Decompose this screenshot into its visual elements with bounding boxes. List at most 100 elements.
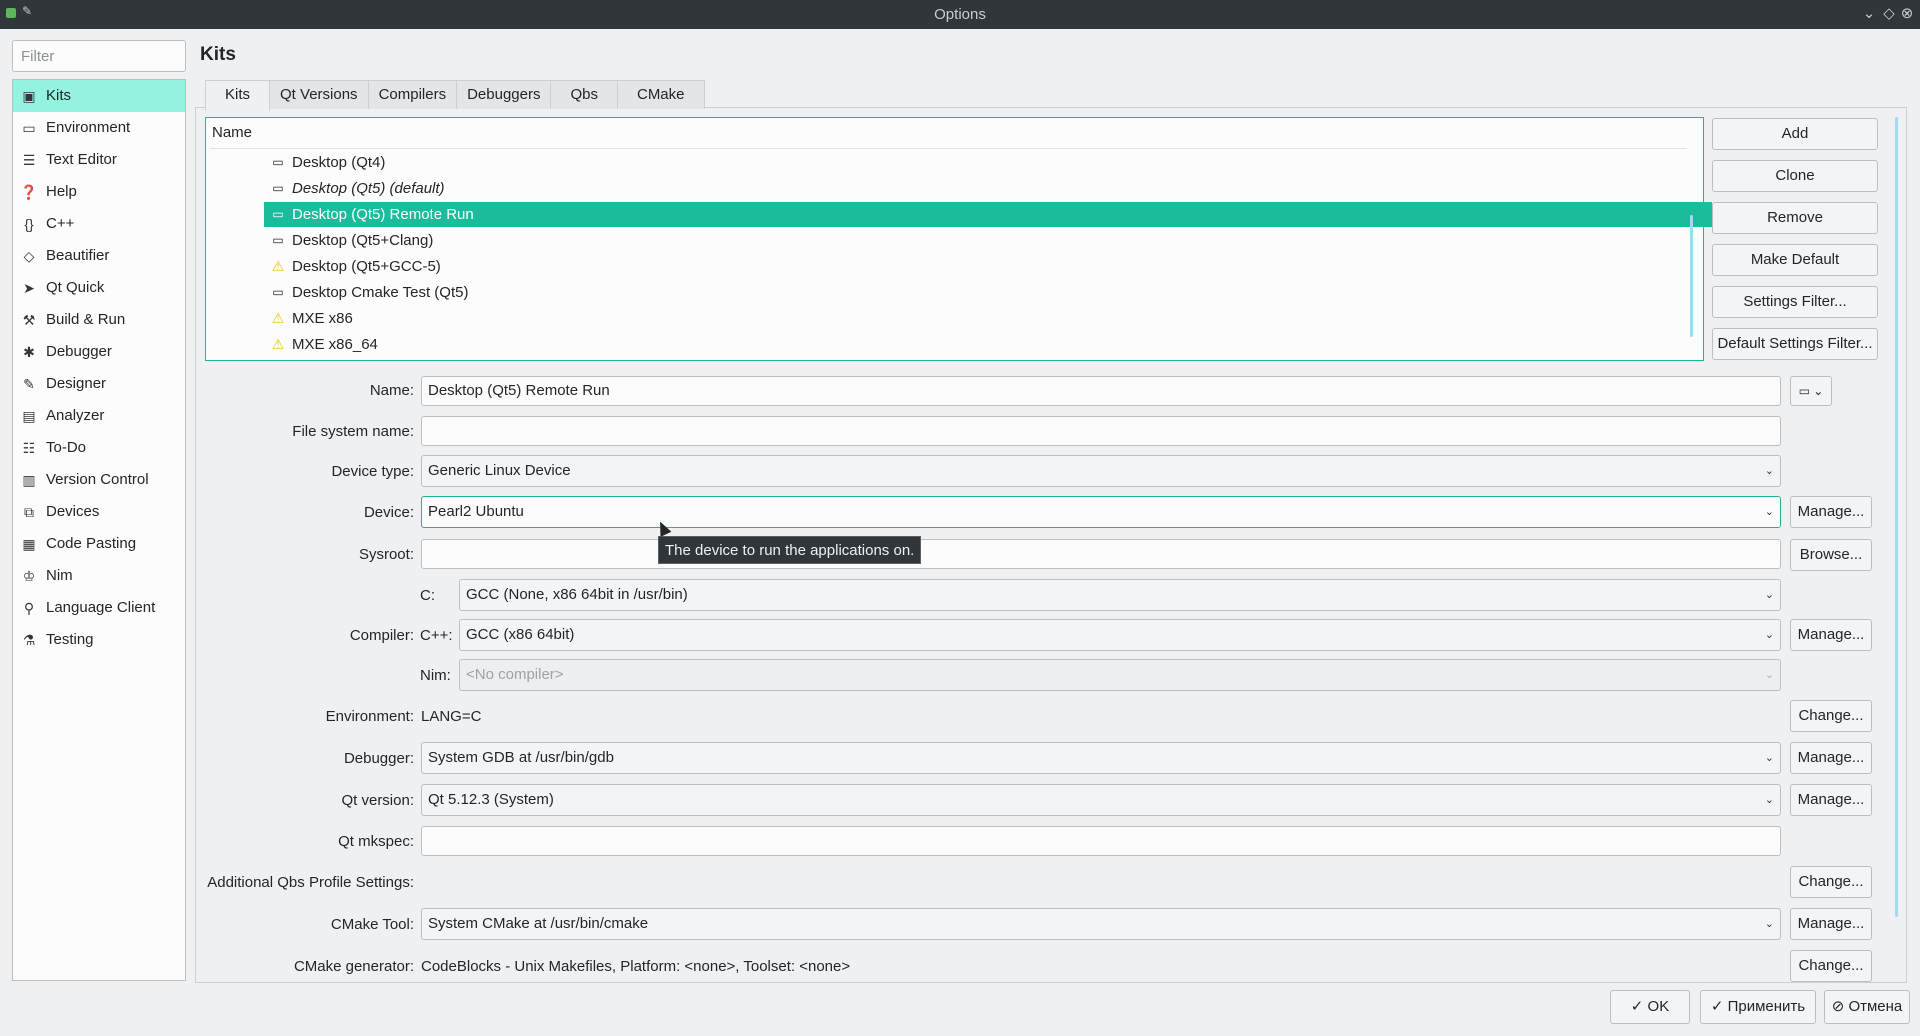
sidebar-item-label: Version Control	[46, 471, 149, 488]
monitor-icon: ▭ ⌄	[1798, 384, 1824, 398]
kit-row[interactable]: ⚠ Desktop (Qt5+GCC-5)	[264, 254, 1712, 279]
nim-icon: ♔	[22, 568, 36, 584]
sidebar-item-label: Code Pasting	[46, 535, 137, 552]
diamond-icon: ◇	[23, 248, 35, 264]
sidebar-item-debugger[interactable]: ✱ Debugger	[13, 336, 185, 368]
tab-kits[interactable]: Kits	[205, 80, 271, 111]
kit-row[interactable]: ▭ Desktop Cmake Test (Qt5)	[264, 280, 1712, 305]
sidebar-item-label: Nim	[46, 567, 73, 584]
analyzer-icon: ▤	[22, 408, 36, 424]
remove-button[interactable]: Remove	[1712, 202, 1878, 234]
kit-row-selected[interactable]: ▭ Desktop (Qt5) Remote Run	[264, 202, 1712, 227]
apply-button[interactable]: ✓ Применить	[1700, 990, 1816, 1024]
qt-version-select[interactable]: Qt 5.12.3 (System) ⌄	[421, 784, 1781, 816]
sidebar-item-analyzer[interactable]: ▤ Analyzer	[13, 400, 185, 432]
nim-compiler-label: Nim:	[420, 667, 451, 684]
text-editor-icon: ☰	[22, 152, 36, 168]
sidebar-item-label: Language Client	[46, 599, 156, 616]
manage-compilers-button[interactable]: Manage...	[1790, 619, 1872, 651]
kit-row[interactable]: ⚠ MXE x86_64	[264, 332, 1712, 357]
monitor-icon: ▭	[272, 207, 284, 221]
c-compiler-select[interactable]: GCC (None, x86 64bit in /usr/bin) ⌄	[459, 579, 1781, 611]
sidebar-item-label: Environment	[46, 119, 131, 136]
pencil-icon: ✎	[23, 376, 35, 392]
sidebar-item-code-pasting[interactable]: ▦ Code Pasting	[13, 528, 185, 560]
filter-input[interactable]	[12, 40, 186, 72]
sidebar-item-label: Help	[46, 183, 77, 200]
sidebar-item-version-control[interactable]: ▥ Version Control	[13, 464, 185, 496]
manage-debuggers-button[interactable]: Manage...	[1790, 742, 1872, 774]
kit-row[interactable]: ⚠ MXE x86	[264, 306, 1712, 331]
make-default-button[interactable]: Make Default	[1712, 244, 1878, 276]
cmake-tool-select[interactable]: System CMake at /usr/bin/cmake ⌄	[421, 908, 1781, 940]
change-qbs-settings-button[interactable]: Change...	[1790, 866, 1872, 898]
sidebar-item-build-run[interactable]: ⚒ Build & Run	[13, 304, 185, 336]
sidebar-item-label: Devices	[46, 503, 100, 520]
cpp-compiler-select[interactable]: GCC (x86 64bit) ⌄	[459, 619, 1781, 651]
tab-compilers[interactable]: Compilers	[367, 80, 458, 109]
chevron-down-icon: ⌄	[1764, 465, 1774, 477]
kit-row[interactable]: ▭ Desktop (Qt5) (default)	[264, 176, 1712, 201]
device-tooltip: The device to run the applications on.	[658, 536, 922, 564]
manage-device-button[interactable]: Manage...	[1790, 496, 1872, 528]
sidebar-item-label: Testing	[46, 631, 94, 648]
sidebar-item-nim[interactable]: ♔ Nim	[13, 560, 185, 592]
sidebar-item-text-editor[interactable]: ☰ Text Editor	[13, 144, 185, 176]
main-scrollbar[interactable]	[1895, 117, 1898, 917]
debugger-select[interactable]: System GDB at /usr/bin/gdb ⌄	[421, 742, 1781, 774]
name-field[interactable]: Desktop (Qt5) Remote Run	[421, 376, 1781, 406]
chevron-down-icon: ⌄	[1764, 918, 1774, 930]
cancel-button[interactable]: ⊘ Отмена	[1824, 990, 1910, 1024]
sysroot-field[interactable]	[421, 539, 1781, 569]
settings-filter-button[interactable]: Settings Filter...	[1712, 286, 1878, 318]
ok-button[interactable]: ✓ OK	[1610, 990, 1690, 1024]
sidebar-item-designer[interactable]: ✎ Designer	[13, 368, 185, 400]
kit-tree[interactable]: Name ▭ Desktop (Qt4) ▭ Desktop (Qt5) (defa…	[205, 117, 1712, 361]
device-type-label: Device type:	[331, 463, 414, 480]
warning-icon: ⚠	[271, 336, 285, 352]
browse-sysroot-button[interactable]: Browse...	[1790, 539, 1872, 571]
kit-row[interactable]: ▭ Desktop (Qt5+Clang)	[264, 228, 1712, 253]
minimize-icon[interactable]: ⌄	[1858, 2, 1880, 26]
tree-scrollbar[interactable]	[1690, 215, 1693, 337]
monitor-icon: ▭	[272, 155, 284, 169]
language-client-icon: ⚲	[23, 600, 35, 616]
hammer-icon: ⚒	[22, 312, 36, 328]
sidebar-item-environment[interactable]: ▭ Environment	[13, 112, 185, 144]
sidebar-item-testing[interactable]: ⚗ Testing	[13, 624, 185, 656]
manage-cmake-button[interactable]: Manage...	[1790, 908, 1872, 940]
close-icon[interactable]: ⊗	[1896, 2, 1918, 26]
flask-icon: ⚗	[22, 632, 36, 648]
manage-qt-versions-button[interactable]: Manage...	[1790, 784, 1872, 816]
clone-button[interactable]: Clone	[1712, 160, 1878, 192]
sidebar-item-todo[interactable]: ☷ To-Do	[13, 432, 185, 464]
device-type-select[interactable]: Generic Linux Device ⌄	[421, 455, 1781, 487]
change-cmake-generator-button[interactable]: Change...	[1790, 950, 1872, 982]
sidebar-item-help[interactable]: ❓ Help	[13, 176, 185, 208]
device-select[interactable]: Pearl2 Ubuntu ⌄	[421, 496, 1781, 528]
sidebar-item-label: Debugger	[46, 343, 112, 360]
add-button[interactable]: Add	[1712, 118, 1878, 150]
kit-row[interactable]: ▭ Desktop (Qt4)	[264, 150, 1712, 175]
tab-debuggers[interactable]: Debuggers	[456, 80, 552, 109]
check-icon: ✓	[1630, 998, 1648, 1015]
cancel-icon: ⊘	[1831, 998, 1849, 1015]
sidebar-item-qt-quick[interactable]: ➤ Qt Quick	[13, 272, 185, 304]
qt-mkspec-field[interactable]	[421, 826, 1781, 856]
environment-value: LANG=C	[421, 708, 482, 725]
change-environment-button[interactable]: Change...	[1790, 700, 1872, 732]
tab-qbs[interactable]: Qbs	[550, 80, 618, 109]
sidebar-item-kits[interactable]: ▣ Kits	[13, 80, 185, 112]
sidebar-item-language-client[interactable]: ⚲ Language Client	[13, 592, 185, 624]
tab-qt-versions[interactable]: Qt Versions	[269, 80, 369, 109]
chevron-down-icon: ⌄	[1764, 752, 1774, 764]
default-settings-filter-button[interactable]: Default Settings Filter...	[1712, 328, 1878, 360]
sidebar-item-devices[interactable]: ⧉ Devices	[13, 496, 185, 528]
sidebar-item-beautifier[interactable]: ◇ Beautifier	[13, 240, 185, 272]
tab-cmake[interactable]: CMake	[616, 80, 705, 109]
fs-name-field[interactable]	[421, 416, 1781, 446]
kit-icon-button[interactable]: ▭ ⌄	[1790, 376, 1832, 406]
sidebar-item-cpp[interactable]: {} C++	[13, 208, 185, 240]
chevron-down-icon: ⌄	[1764, 669, 1774, 681]
chevron-down-icon: ⌄	[1764, 589, 1774, 601]
